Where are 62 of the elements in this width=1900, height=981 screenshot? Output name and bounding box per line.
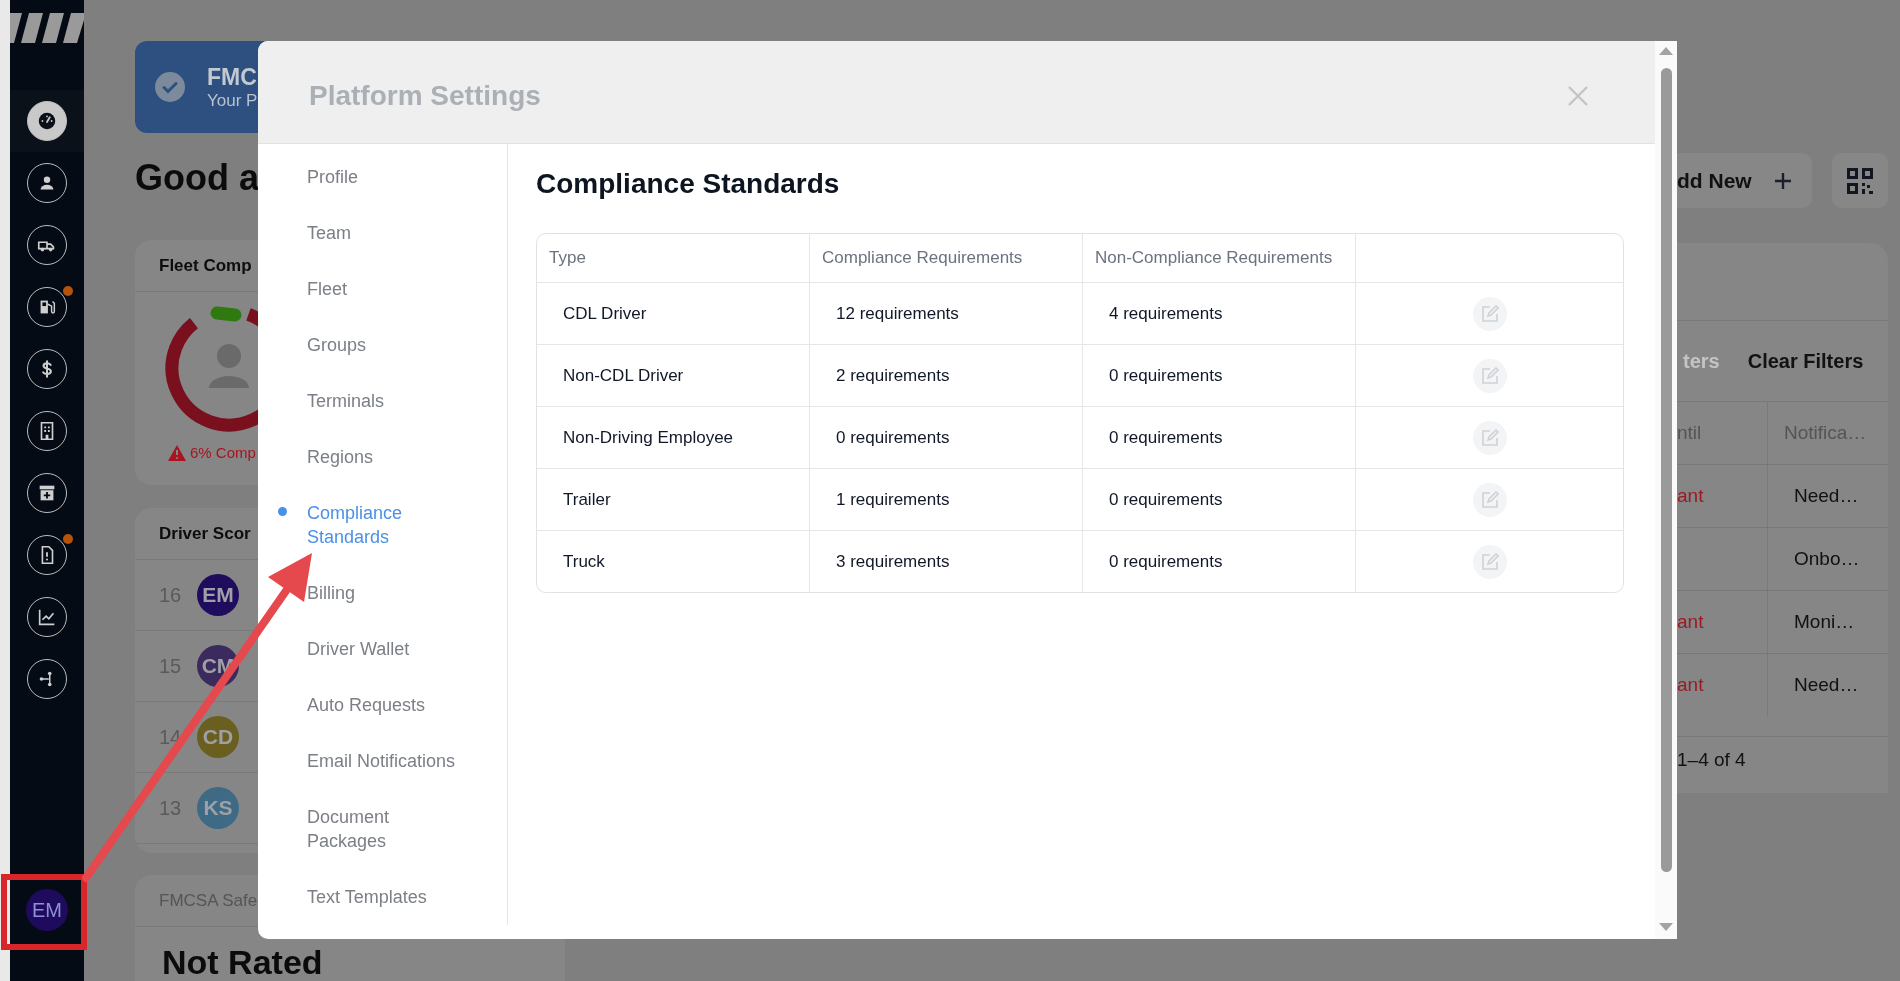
settings-nav-item[interactable]: Billing: [258, 565, 507, 621]
settings-nav-item[interactable]: Terminals: [258, 373, 507, 429]
close-icon: [1567, 85, 1589, 107]
table-cell: 3 requirements: [810, 531, 1083, 592]
qr-code-icon: [1846, 166, 1874, 195]
add-new-button[interactable]: dd New: [1677, 153, 1812, 208]
compliance-status: 6% Comp: [190, 444, 256, 461]
edit-icon: [1480, 304, 1499, 323]
edit-icon: [1480, 552, 1499, 571]
table-cell: Moni…: [1767, 591, 1888, 653]
greeting-heading: Good a: [135, 156, 259, 200]
table-cell: Trailer: [537, 469, 810, 530]
edit-icon: [1480, 366, 1499, 385]
user-avatar[interactable]: EM: [26, 889, 68, 931]
edit-icon: [1480, 490, 1499, 509]
section-title: Compliance Standards: [536, 167, 841, 201]
settings-nav-item[interactable]: Auto Requests: [258, 677, 507, 733]
settings-nav-item[interactable]: Driver Wallet: [258, 621, 507, 677]
sidebar-nav-button[interactable]: [10, 90, 84, 152]
table-cell: CDL Driver: [537, 283, 810, 344]
plus-icon: [1773, 171, 1792, 190]
banner-subtitle: Your P: [207, 90, 258, 111]
table-cell-text: ant: [1677, 610, 1705, 634]
settings-nav-item[interactable]: Regions: [258, 429, 507, 485]
check-icon: [155, 72, 185, 102]
banner-title: FMC: [207, 63, 258, 91]
settings-nav-item[interactable]: Profile: [258, 149, 507, 205]
table-cell: Non-Driving Employee: [537, 407, 810, 468]
table-cell: Need…: [1767, 465, 1888, 527]
table-cell: Need…: [1767, 654, 1888, 716]
table-cell-text: ant: [1677, 484, 1705, 508]
settings-nav-item[interactable]: Email Notifications: [258, 733, 507, 789]
table-cell: 0 requirements: [1083, 407, 1356, 468]
table-cell: 12 requirements: [810, 283, 1083, 344]
edit-icon: [1480, 428, 1499, 447]
table-cell: 1 requirements: [810, 469, 1083, 530]
table-cell: 4 requirements: [1083, 283, 1356, 344]
dialog-title: Platform Settings: [309, 80, 541, 112]
table-cell: Truck: [537, 531, 810, 592]
clear-filters-button[interactable]: Clear Filters: [1747, 349, 1864, 373]
filters-button[interactable]: ters: [1683, 349, 1720, 373]
scrollbar[interactable]: [1655, 41, 1677, 939]
gauge-icon: [36, 110, 58, 132]
column-header: Non-Compliance Requirements: [1083, 234, 1356, 282]
table-cell: 0 requirements: [1083, 345, 1356, 406]
settings-nav-item[interactable]: Document Packages: [258, 789, 507, 869]
table-cell-text: ant: [1677, 673, 1705, 697]
table-cell: Non-CDL Driver: [537, 345, 810, 406]
safety-rating: Not Rated: [161, 943, 324, 981]
driver-avatar: CD: [197, 716, 239, 758]
warning-icon: [168, 444, 186, 461]
column-header: Compliance Requirements: [810, 234, 1083, 282]
table-cell: 2 requirements: [810, 345, 1083, 406]
table-cell: Onbo…: [1767, 528, 1888, 590]
table-cell: 0 requirements: [810, 407, 1083, 468]
table-cell: 0 requirements: [1083, 469, 1356, 530]
driver-avatar: KS: [197, 787, 239, 829]
column-header: Type: [537, 234, 810, 282]
driver-avatar: EM: [197, 574, 239, 616]
settings-nav-item[interactable]: Groups: [258, 317, 507, 373]
table-cell: 0 requirements: [1083, 531, 1356, 592]
qr-code-button[interactable]: [1832, 153, 1888, 208]
